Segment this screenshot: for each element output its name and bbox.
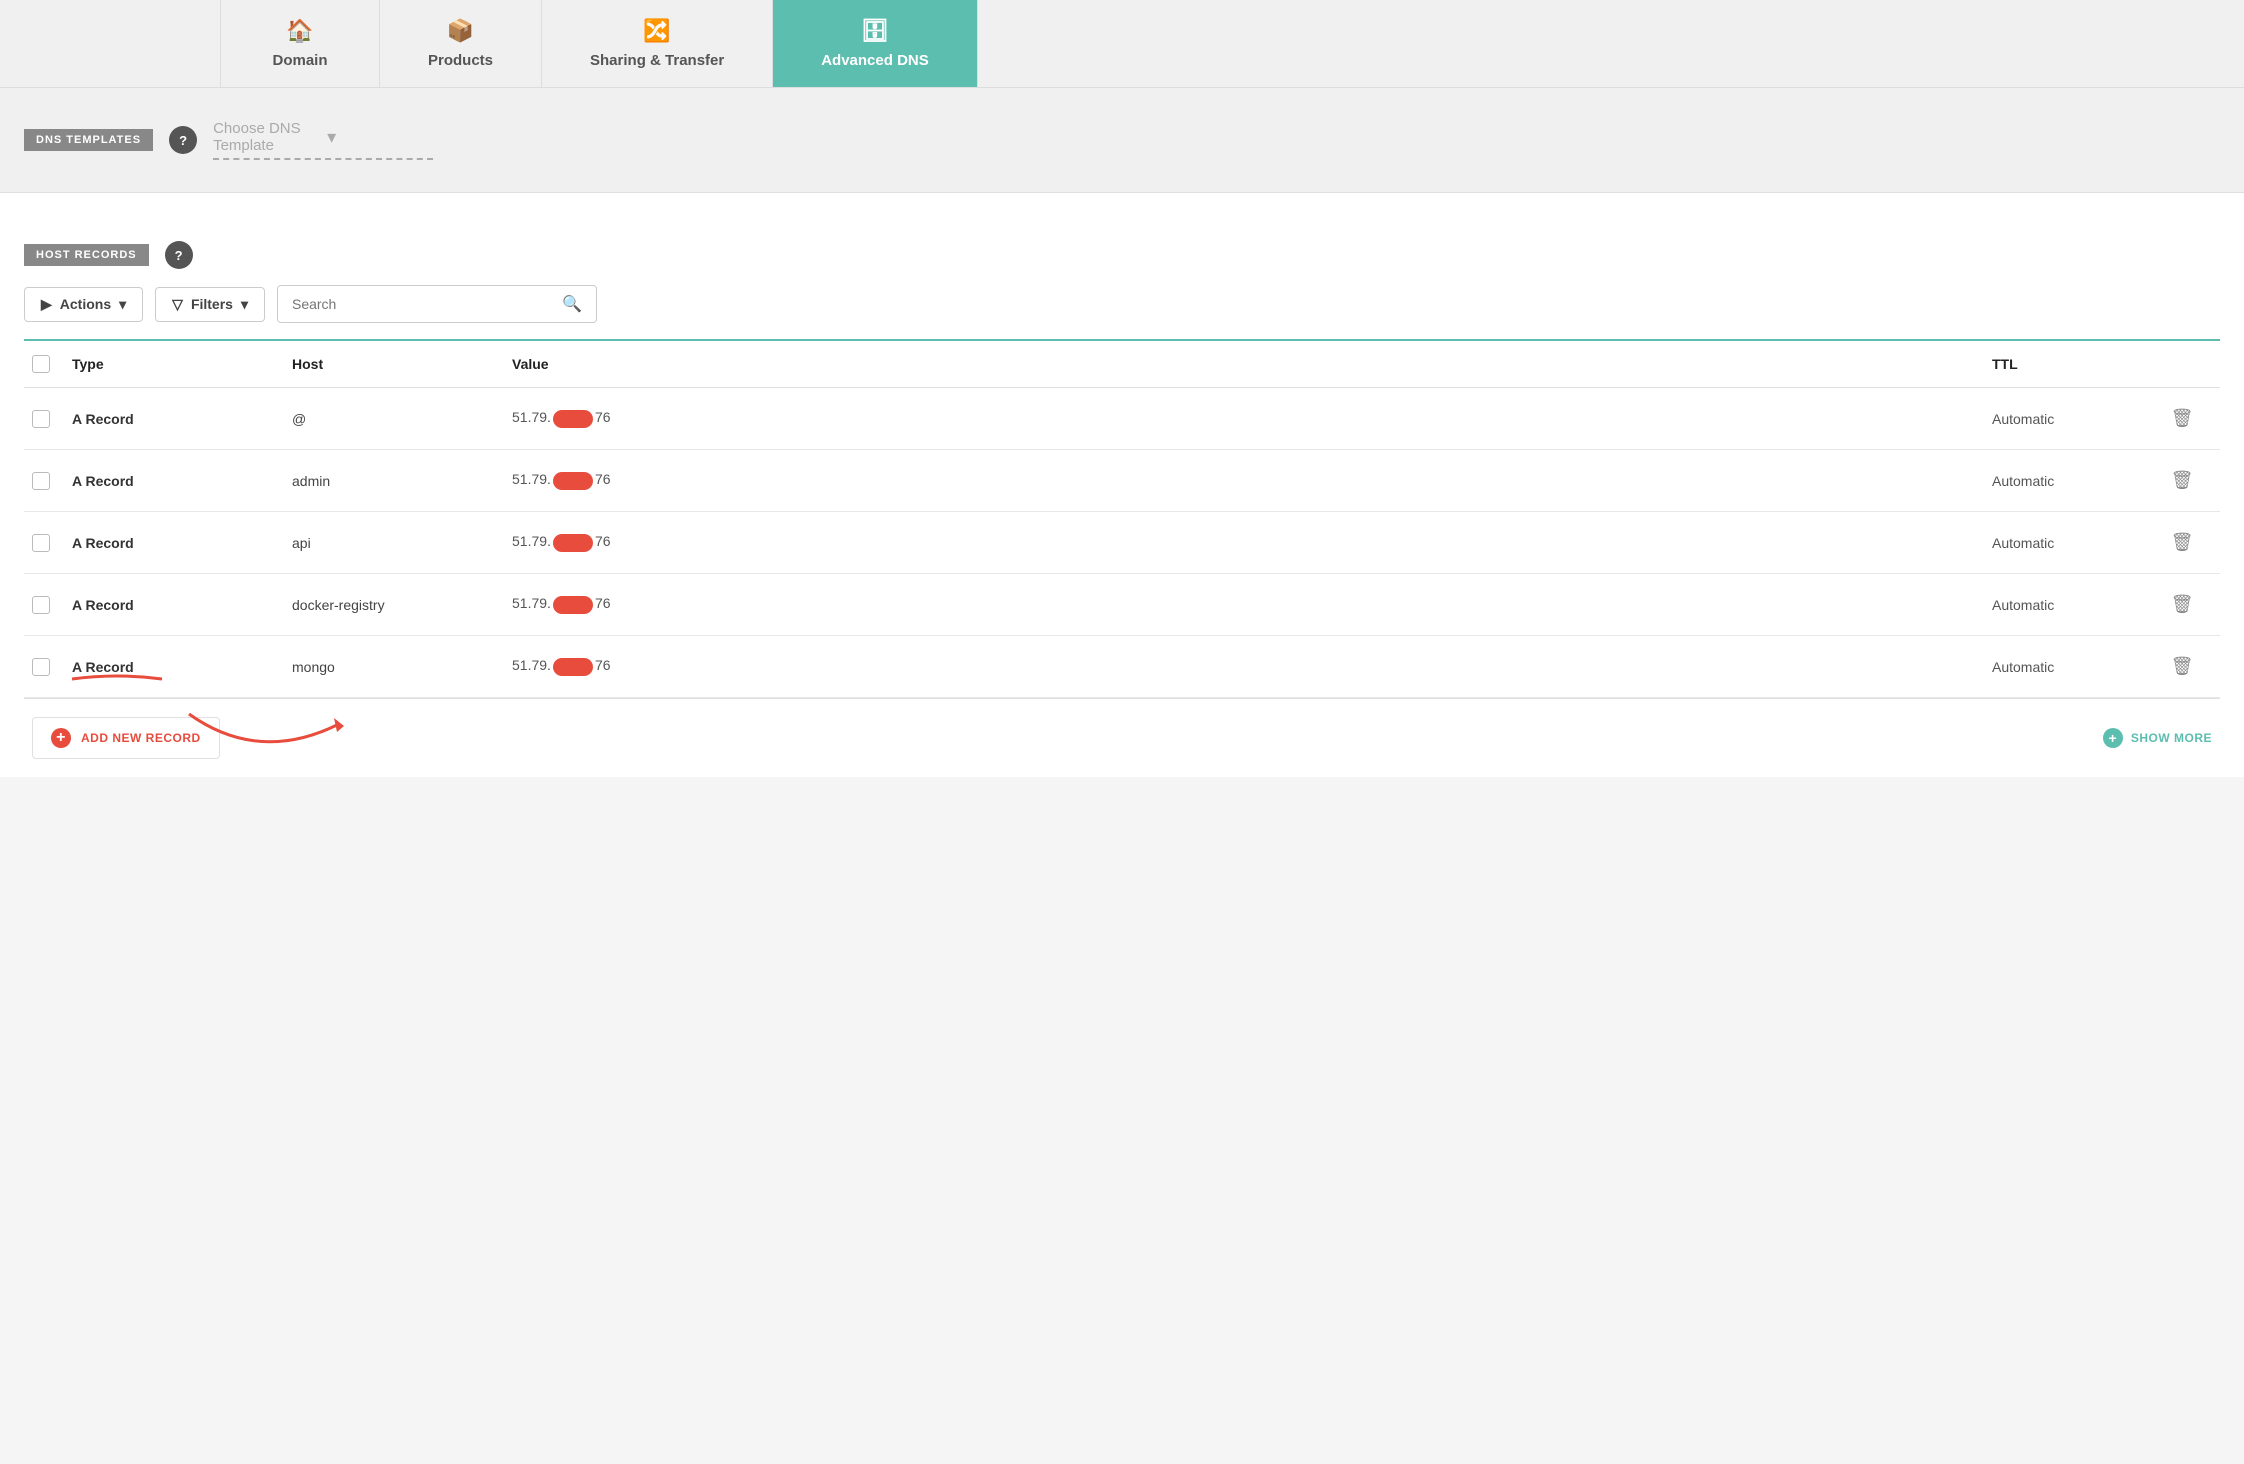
show-more-button[interactable]: + SHOW MORE: [2103, 728, 2212, 748]
row-value-4: 51.79. 76: [512, 595, 1992, 613]
underline-annotation: [72, 673, 162, 685]
row-checkbox-5[interactable]: [32, 658, 50, 676]
row-type-5: A Record: [72, 659, 292, 675]
row-type-2: A Record: [72, 473, 292, 489]
row-value-1: 51.79. 76: [512, 409, 1992, 427]
row-host-1: @: [292, 411, 512, 427]
redacted-3: [553, 534, 593, 552]
host-records-label[interactable]: HOST RECORDS: [24, 244, 149, 266]
redacted-1: [553, 410, 593, 428]
add-new-record-button[interactable]: + ADD NEW RECORD: [32, 717, 220, 759]
host-records-section: HOST RECORDS ? ▶ Actions ▾ ▽ Filters ▾ 🔍…: [0, 193, 2244, 777]
row-ttl-4: Automatic: [1992, 597, 2152, 613]
tab-domain[interactable]: 🏠 Domain: [220, 0, 380, 87]
plus-circle-icon: +: [51, 728, 71, 748]
delete-row-5-button[interactable]: 🗑: [2152, 656, 2212, 677]
delete-row-3-button[interactable]: 🗑: [2152, 532, 2212, 553]
tab-advanced-dns[interactable]: 🗄 Advanced DNS: [773, 0, 978, 87]
host-records-help[interactable]: ?: [165, 241, 193, 269]
dns-templates-help[interactable]: ?: [169, 126, 197, 154]
host-records-table: Type Host Value TTL A Record @ 51.79. 76…: [24, 339, 2220, 777]
filters-chevron-icon: ▾: [241, 296, 248, 313]
row-checkbox-4[interactable]: [32, 596, 50, 614]
table-row: A Record api 51.79. 76 Automatic 🗑: [24, 512, 2220, 574]
filters-label: Filters: [191, 296, 233, 312]
col-ttl: TTL: [1992, 356, 2152, 372]
dns-template-dropdown[interactable]: Choose DNS Template ▾: [213, 120, 433, 160]
dns-templates-label[interactable]: DNS TEMPLATES: [24, 129, 153, 151]
row-value-3: 51.79. 76: [512, 533, 1992, 551]
table-row: A Record mongo 51.79. 76 Automatic 🗑: [24, 636, 2220, 698]
redacted-5: [553, 658, 593, 676]
host-records-toolbar: ▶ Actions ▾ ▽ Filters ▾ 🔍: [24, 269, 2220, 339]
col-value: Value: [512, 356, 1992, 372]
row-host-3: api: [292, 535, 512, 551]
row-checkbox-1[interactable]: [32, 410, 50, 428]
select-all-checkbox[interactable]: [32, 355, 50, 373]
row-type-3: A Record: [72, 535, 292, 551]
domain-icon: 🏠: [286, 18, 313, 44]
tab-sharing-label: Sharing & Transfer: [590, 52, 724, 69]
table-row: A Record @ 51.79. 76 Automatic 🗑: [24, 388, 2220, 450]
products-icon: 📦: [447, 18, 474, 44]
delete-row-2-button[interactable]: 🗑: [2152, 470, 2212, 491]
tab-bar: 🏠 Domain 📦 Products 🔀 Sharing & Transfer…: [0, 0, 2244, 88]
play-icon: ▶: [41, 296, 52, 313]
dns-template-placeholder: Choose DNS Template: [213, 120, 319, 154]
table-header: Type Host Value TTL: [24, 341, 2220, 388]
row-checkbox-2[interactable]: [32, 472, 50, 490]
search-icon: 🔍: [562, 294, 582, 314]
actions-button[interactable]: ▶ Actions ▾: [24, 287, 143, 322]
row-host-4: docker-registry: [292, 597, 512, 613]
actions-label: Actions: [60, 296, 111, 312]
row-host-5: mongo: [292, 659, 512, 675]
filter-icon: ▽: [172, 296, 183, 313]
table-row: A Record docker-registry 51.79. 76 Autom…: [24, 574, 2220, 636]
actions-chevron-icon: ▾: [119, 296, 126, 313]
tab-products-label: Products: [428, 52, 493, 69]
search-input[interactable]: [292, 296, 552, 312]
filters-button[interactable]: ▽ Filters ▾: [155, 287, 265, 322]
sharing-icon: 🔀: [643, 18, 670, 44]
col-host: Host: [292, 356, 512, 372]
table-footer: + ADD NEW RECORD + SHOW MORE: [24, 698, 2220, 777]
row-value-5: 51.79. 76: [512, 657, 1992, 675]
dns-templates-section: DNS TEMPLATES ? Choose DNS Template ▾: [0, 88, 2244, 193]
show-more-icon: +: [2103, 728, 2123, 748]
search-box: 🔍: [277, 285, 597, 323]
row-type-1: A Record: [72, 411, 292, 427]
row-ttl-2: Automatic: [1992, 473, 2152, 489]
dropdown-arrow-icon: ▾: [327, 127, 433, 148]
redacted-4: [553, 596, 593, 614]
delete-row-1-button[interactable]: 🗑: [2152, 408, 2212, 429]
show-more-label: SHOW MORE: [2131, 731, 2212, 745]
add-new-record-label: ADD NEW RECORD: [81, 731, 201, 745]
delete-row-4-button[interactable]: 🗑: [2152, 594, 2212, 615]
row-ttl-1: Automatic: [1992, 411, 2152, 427]
redacted-2: [553, 472, 593, 490]
tab-advanced-dns-label: Advanced DNS: [821, 52, 929, 69]
row-ttl-5: Automatic: [1992, 659, 2152, 675]
row-host-2: admin: [292, 473, 512, 489]
row-checkbox-3[interactable]: [32, 534, 50, 552]
table-row: A Record admin 51.79. 76 Automatic 🗑: [24, 450, 2220, 512]
col-type: Type: [72, 356, 292, 372]
dns-icon: 🗄: [861, 18, 889, 44]
host-records-header: HOST RECORDS ?: [24, 221, 2220, 269]
tab-domain-label: Domain: [272, 52, 327, 69]
row-ttl-3: Automatic: [1992, 535, 2152, 551]
row-type-4: A Record: [72, 597, 292, 613]
row-value-2: 51.79. 76: [512, 471, 1992, 489]
tab-sharing-transfer[interactable]: 🔀 Sharing & Transfer: [542, 0, 773, 87]
tab-products[interactable]: 📦 Products: [380, 0, 542, 87]
